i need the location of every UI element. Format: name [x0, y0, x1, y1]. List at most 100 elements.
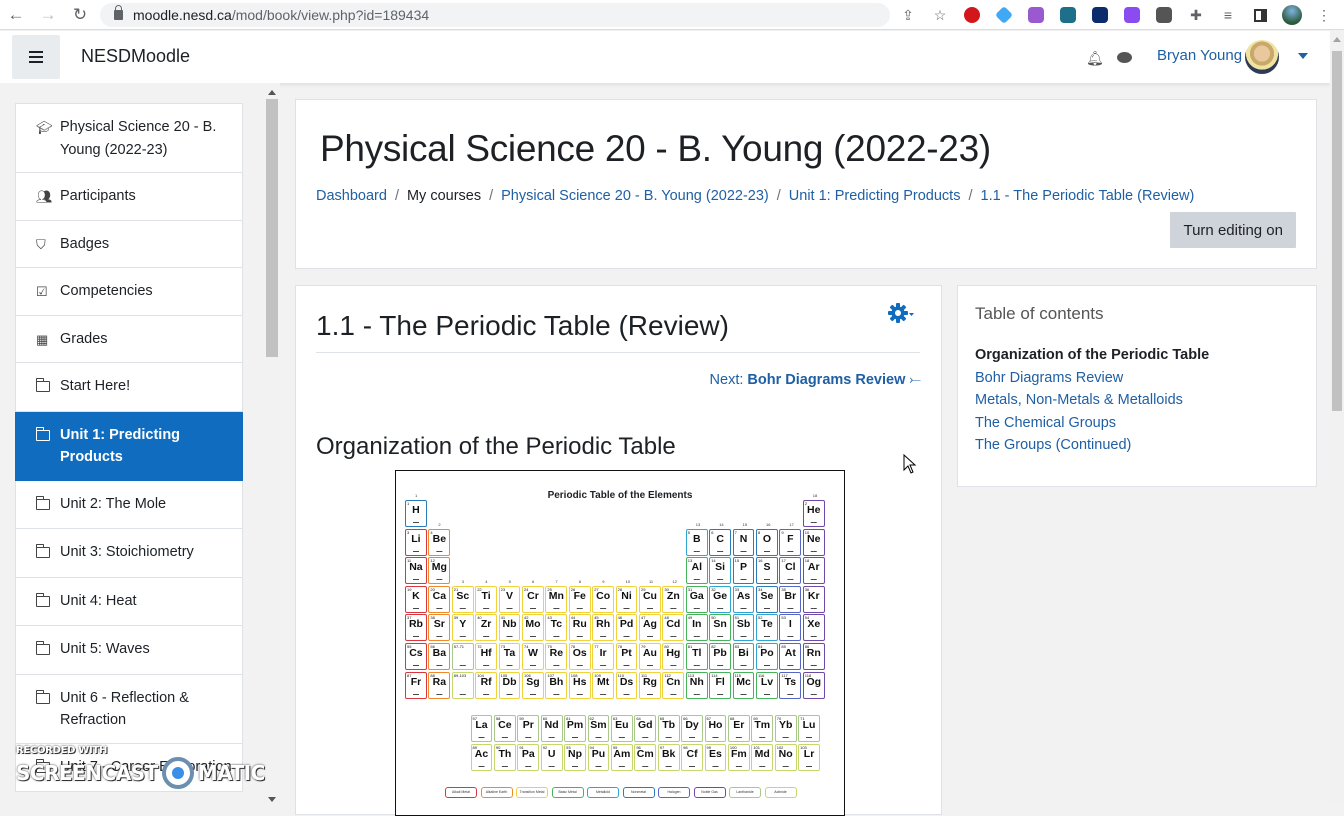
menu-button[interactable]: ⋮	[1308, 0, 1340, 30]
element-symbol: Gd	[637, 719, 653, 731]
sidebar-item[interactable]: 🎓︎ Physical Science 20 - B. Young (2022-2…	[15, 103, 243, 173]
element-symbol: Ru	[572, 618, 587, 631]
sidebar-item[interactable]: 👥︎ Participants	[15, 173, 243, 221]
sidebar-item[interactable]: Unit 3: Stoichiometry	[15, 529, 243, 578]
site-brand[interactable]: NESDMoodle	[81, 46, 190, 67]
turn-editing-on-button[interactable]: Turn editing on	[1170, 212, 1296, 248]
sidebar-item[interactable]: ▦ Grades	[15, 315, 243, 363]
element-name: ▬▬	[529, 605, 536, 610]
sidebar-item[interactable]: Unit 5: Waves	[15, 626, 243, 675]
extensions-button[interactable]: ✚	[1180, 0, 1212, 30]
drawer-scroll-thumb[interactable]	[266, 99, 278, 357]
drawer-toggle-button[interactable]	[12, 35, 60, 79]
sidebar-item[interactable]: ⛉ Badges	[15, 220, 243, 268]
extension-button[interactable]	[1116, 0, 1148, 30]
breadcrumb-item[interactable]: Physical Science 20 - B. Young (2022-23)	[501, 188, 769, 204]
forward-button[interactable]: →	[32, 0, 64, 30]
user-avatar[interactable]	[1245, 40, 1279, 74]
breadcrumb-item[interactable]: Unit 1: Predicting Products	[789, 188, 961, 204]
element-cell: 22 Ti ▬▬	[475, 585, 498, 613]
element-cell: 16 S ▬▬	[756, 557, 778, 585]
group-number: 16	[766, 521, 771, 527]
element-name: ▬▬	[595, 735, 602, 740]
drawer-scrollbar[interactable]	[265, 87, 279, 804]
notifications-button[interactable]: 🔔︎	[1086, 50, 1104, 67]
toc-item[interactable]: Metals, Non-Metals & Metalloids	[975, 389, 1209, 412]
element-cell: 2 He ▬▬	[802, 500, 825, 528]
breadcrumb-item[interactable]: Dashboard	[316, 188, 387, 204]
moodle-navbar: NESDMoodle 🔔︎ Bryan Young	[0, 31, 1330, 83]
element-cell: 15 P ▬▬	[732, 557, 755, 585]
extension-button[interactable]	[1020, 0, 1052, 30]
sidebar-item[interactable]: Unit 4: Heat	[15, 577, 243, 626]
element-cell: 97 Bk ▬▬	[657, 743, 680, 771]
scroll-down-arrow-icon[interactable]	[268, 797, 276, 802]
profile-button[interactable]	[1276, 0, 1308, 30]
element-cell: 46 Pd ▬▬	[615, 614, 638, 642]
element-cell: 10 Ne ▬▬	[802, 528, 825, 556]
actions-menu-button[interactable]	[888, 303, 914, 325]
element-cell: 102 No ▬▬	[774, 743, 797, 771]
next-chapter-link[interactable]: Next: Bohr Diagrams Review ⤚	[710, 372, 921, 388]
share-button[interactable]: ⇪	[892, 0, 924, 30]
element-cell: 38 Sr ▬▬	[428, 614, 451, 642]
element-cell: 20 Ca ▬▬	[428, 585, 451, 613]
sidebar-item[interactable]: Start Here!	[15, 363, 243, 412]
breadcrumb-item[interactable]: 1.1 - The Periodic Table (Review)	[981, 188, 1195, 204]
caret-down-icon[interactable]	[1298, 53, 1308, 59]
element-name: ▬▬	[618, 735, 625, 740]
toc-item[interactable]: Bohr Diagrams Review	[975, 367, 1209, 390]
toc-item[interactable]: The Chemical Groups	[975, 412, 1209, 435]
sidepanel-button[interactable]	[1244, 0, 1276, 30]
element-name: ▬▬	[787, 548, 794, 553]
toc-item[interactable]: The Groups (Continued)	[975, 434, 1209, 457]
extension-button[interactable]	[1052, 0, 1084, 30]
sidebar-item[interactable]: Unit 6 - Reflection & Refraction	[15, 674, 243, 744]
messages-button[interactable]	[1117, 50, 1132, 66]
element-cell: 3 Li ▬▬	[405, 528, 427, 556]
element-symbol: Cn	[666, 675, 681, 688]
extension-button[interactable]	[1148, 0, 1180, 30]
element-name: ▬▬	[740, 577, 747, 582]
element-symbol: Bi	[738, 647, 749, 659]
element-symbol: Cr	[527, 589, 539, 602]
element-symbol: Zn	[666, 589, 680, 602]
group-number: 18	[812, 493, 818, 498]
sidebar-item[interactable]: ☑ Competencies	[15, 268, 243, 316]
element-symbol: Kr	[807, 589, 820, 602]
group-number: 15	[742, 521, 748, 527]
element-symbol: Rg	[642, 675, 657, 688]
element-cell: 26 Fe ▬▬	[568, 585, 591, 613]
scroll-up-arrow-icon[interactable]	[268, 90, 276, 95]
element-cell: 25 Mn ▬▬	[545, 585, 568, 613]
group-number: 12	[672, 578, 677, 584]
extension-button[interactable]	[988, 0, 1020, 30]
element-name: ▬▬	[759, 735, 766, 740]
scroll-up-arrow-icon[interactable]	[1333, 37, 1341, 42]
user-menu-name[interactable]: Bryan Young	[1157, 47, 1242, 64]
media-button[interactable]: ≡	[1212, 0, 1244, 30]
element-cell: 107 Bh ▬▬	[545, 671, 568, 699]
element-symbol: La	[475, 719, 488, 731]
back-button[interactable]: ←	[0, 0, 32, 30]
page-scroll-thumb[interactable]	[1332, 51, 1342, 411]
bookmark-button[interactable]: ☆	[924, 0, 956, 30]
sidebar-item[interactable]: Unit 2: The Mole	[15, 480, 243, 529]
element-cell: 76 Os ▬▬	[568, 643, 591, 671]
element-symbol: Md	[754, 747, 770, 760]
element-cell: 58 Ce ▬▬	[493, 715, 516, 743]
element-symbol: Lu	[802, 719, 816, 731]
element-cell: 87 Fr ▬▬	[405, 671, 427, 699]
page-scrollbar[interactable]	[1330, 31, 1344, 804]
extension-button[interactable]	[956, 0, 988, 30]
element-cell: 73 Ta ▬▬	[498, 643, 521, 671]
extension-button[interactable]	[1084, 0, 1116, 30]
reload-button[interactable]: ↻	[64, 0, 96, 30]
extensions-row: ⇪ ☆ ✚ ≡ ⋮	[892, 0, 1340, 30]
address-bar[interactable]: moodle.nesd.ca/mod/book/view.php?id=1894…	[100, 3, 890, 27]
sidebar-item[interactable]: Unit 1: Predicting Products	[15, 411, 243, 481]
element-name: ▬▬	[787, 634, 794, 639]
group-number: 7	[555, 578, 558, 584]
element-symbol: Rh	[596, 618, 611, 631]
element-name: ▬▬	[436, 691, 443, 696]
